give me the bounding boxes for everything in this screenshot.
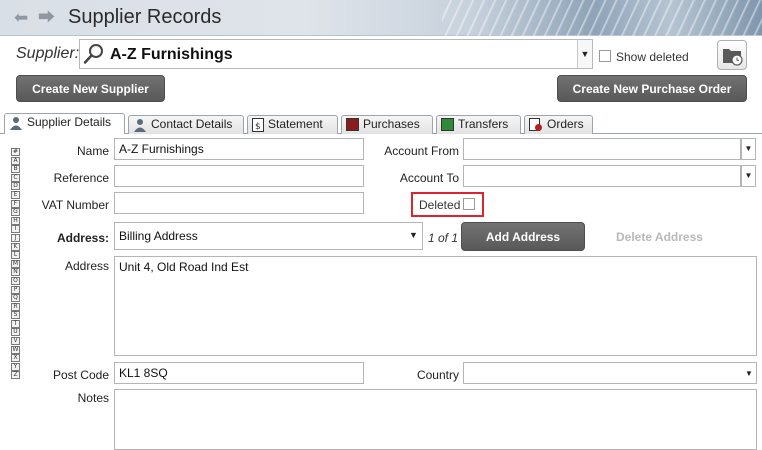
tab-bar: Supplier Details Contact Details $ Statem… [0,113,762,134]
svg-text:$: $ [255,122,261,132]
title-bar-decoration [442,0,762,36]
tab-label: Supplier Details [27,115,112,129]
account-to-label: Account To [399,171,459,185]
alpha-index-letter[interactable]: # [11,148,20,156]
alpha-index-letter[interactable]: M [11,259,20,268]
post-code-label: Post Code [52,368,109,382]
alpha-index-letter[interactable]: E [11,190,20,199]
account-from-select[interactable] [463,138,741,160]
tab-statement[interactable]: $ Statement [247,115,338,134]
country-select[interactable] [463,362,757,384]
alpha-index-letter[interactable]: J [11,233,20,242]
tab-label: Transfers [458,117,509,131]
alpha-index-letter[interactable]: S [11,311,20,320]
tab-label: Statement [268,117,323,131]
alpha-index-letter[interactable]: F [11,199,20,208]
account-from-dropdown-arrow[interactable]: ▼ [741,138,756,160]
supplier-dropdown-arrow[interactable]: ▼ [577,40,592,68]
alpha-index-letter[interactable]: W [11,345,20,354]
deleted-label: Deleted [419,198,461,212]
tab-transfers[interactable]: Transfers [436,115,521,134]
alpha-index-letter[interactable]: V [11,337,20,346]
tab-supplier-details[interactable]: Supplier Details [4,113,125,134]
account-from-label: Account From [384,144,459,158]
create-new-supplier-button[interactable]: Create New Supplier [16,75,165,102]
folder-history-button[interactable] [717,40,747,70]
show-deleted-label: Show deleted [616,50,689,64]
person-icon [134,118,146,132]
address-select-label: Address: [56,231,109,245]
vat-number-input[interactable] [114,192,364,214]
transfers-icon [441,118,454,132]
tab-label: Purchases [363,117,420,131]
person-icon [10,116,22,130]
supplier-combobox[interactable]: A-Z Furnishings ▼ [79,39,593,69]
alpha-index-letter[interactable]: X [11,354,20,363]
forward-arrow-icon[interactable]: ⮕ [38,9,55,26]
orders-icon [529,117,542,131]
tab-label: Contact Details [151,117,233,131]
back-arrow-icon[interactable]: ⬅ [14,9,28,26]
alpha-index-letter[interactable]: D [11,182,20,191]
alpha-index-letter[interactable]: R [11,302,20,311]
alpha-index-letter[interactable]: Z [11,371,20,380]
alpha-index-letter[interactable]: A [11,156,20,165]
supplier-label: Supplier: [16,45,80,62]
search-icon [83,44,103,64]
address-textarea[interactable]: Unit 4, Old Road Ind Est [114,256,757,356]
country-label: Country [416,368,459,382]
alpha-index-letter[interactable]: L [11,251,20,260]
country-dropdown-arrow[interactable]: ▼ [745,369,753,378]
alpha-index-letter[interactable]: Y [11,362,20,371]
statement-icon: $ [252,117,264,132]
alpha-index-letter[interactable]: C [11,173,20,182]
address-select-dropdown-arrow[interactable]: ▼ [409,230,418,240]
show-deleted-checkbox[interactable] [599,50,611,62]
address-label: Address [64,259,109,273]
supplier-value: A-Z Furnishings [110,46,233,63]
address-select[interactable]: Billing Address [114,222,423,250]
account-to-dropdown-arrow[interactable]: ▼ [741,165,756,187]
alphabet-index: # A B C D E F G H I J K L M N O P Q R S T U V W X Y Z [11,148,21,380]
alpha-index-letter[interactable]: I [11,225,20,234]
window-title: Supplier Records [68,6,222,28]
alpha-index-letter[interactable]: O [11,276,20,285]
reference-input[interactable] [114,165,364,187]
delete-address-button[interactable]: Delete Address [616,230,703,244]
alpha-index-letter[interactable]: N [11,268,20,277]
alpha-index-letter[interactable]: G [11,208,20,217]
deleted-checkbox[interactable] [463,198,475,210]
purchases-icon [346,118,359,132]
tab-contact-details[interactable]: Contact Details [128,115,244,134]
vat-number-label: VAT Number [41,198,109,212]
name-input[interactable]: A-Z Furnishings [114,138,364,160]
alpha-index-letter[interactable]: H [11,216,20,225]
tab-orders[interactable]: Orders [524,115,593,134]
notes-label: Notes [77,391,109,405]
title-bar: ⬅ ⮕ Supplier Records [0,0,762,36]
address-pager: 1 of 1 [428,231,459,245]
alpha-index-letter[interactable]: T [11,319,20,328]
tab-purchases[interactable]: Purchases [341,115,433,134]
alpha-index-letter[interactable]: P [11,285,20,294]
tab-label: Orders [547,117,584,131]
alpha-index-letter[interactable]: B [11,165,20,174]
name-label: Name [76,144,109,158]
alpha-index-letter[interactable]: Q [11,294,20,303]
account-to-select[interactable] [463,165,741,187]
add-address-button[interactable]: Add Address [461,222,585,251]
folder-clock-icon [723,49,743,66]
create-new-purchase-order-button[interactable]: Create New Purchase Order [557,75,747,102]
notes-textarea[interactable] [114,389,757,450]
alpha-index-letter[interactable]: K [11,242,20,251]
alpha-index-letter[interactable]: U [11,328,20,337]
reference-label: Reference [53,171,109,185]
post-code-input[interactable]: KL1 8SQ [114,362,364,384]
